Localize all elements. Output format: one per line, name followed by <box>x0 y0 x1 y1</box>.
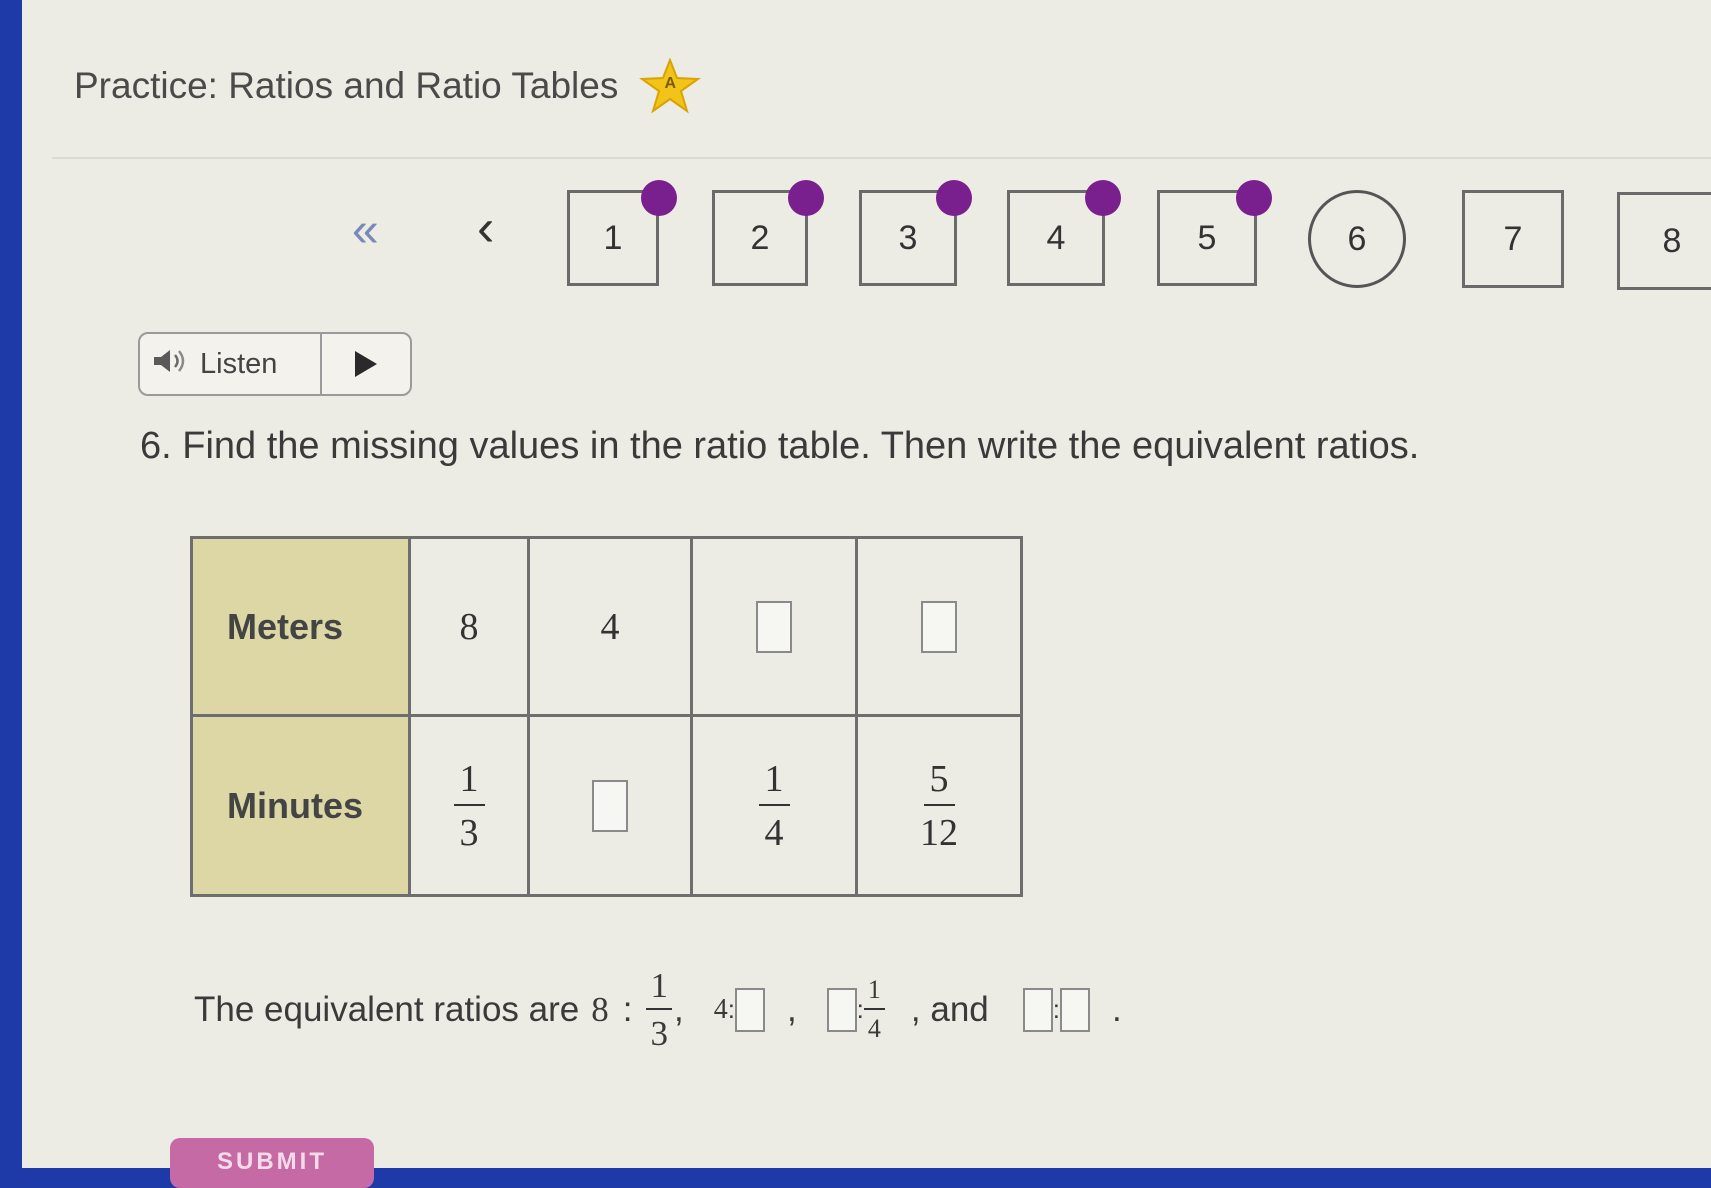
minutes-fraction-3: 1 4 <box>758 760 790 854</box>
question-8-button[interactable]: 8 <box>1617 192 1711 290</box>
fraction-numerator: 1 <box>758 760 790 806</box>
meters-cell-3 <box>690 536 858 717</box>
fraction-numerator: 5 <box>923 760 955 806</box>
ratio-1-left: 8 <box>591 989 609 1029</box>
question-2-answered-dot <box>788 180 824 216</box>
ratio-4-right-input[interactable] <box>1060 987 1090 1032</box>
minutes-cell-3: 1 4 <box>690 714 858 897</box>
listen-button[interactable]: Listen <box>138 332 412 396</box>
answer-and: , and <box>910 989 989 1029</box>
fraction-denominator: 12 <box>920 811 958 854</box>
meters-blank-4-input[interactable] <box>921 600 957 653</box>
listen-label: Listen <box>200 347 278 380</box>
first-question-icon[interactable]: « <box>352 207 379 255</box>
minutes-cell-2 <box>527 714 693 897</box>
meters-cell-2: 4 <box>527 536 693 717</box>
table-row-minutes: Minutes 1 3 1 4 5 12 <box>190 714 1023 897</box>
table-row-meters: Meters 8 4 <box>190 536 1023 717</box>
question-7-button[interactable]: 7 <box>1462 190 1564 288</box>
previous-question-icon[interactable]: ‹ <box>477 202 494 254</box>
ratio-4-left-input[interactable] <box>1022 987 1053 1032</box>
fraction-denominator: 4 <box>764 811 784 854</box>
page-title: Practice: Ratios and Ratio Tables <box>74 65 619 106</box>
page-header: Practice: Ratios and Ratio Tables A <box>74 58 702 114</box>
question-3-answered-dot <box>936 180 972 216</box>
star-badge-icon: A <box>638 58 702 114</box>
minutes-cell-4: 5 12 <box>855 714 1023 897</box>
submit-button[interactable]: SUBMIT <box>170 1138 374 1188</box>
question-6-button[interactable]: 6 <box>1308 190 1406 288</box>
star-badge-letter: A <box>664 75 677 92</box>
fraction-numerator: 1 <box>453 760 485 806</box>
question-5-label: 5 <box>1197 218 1217 257</box>
minutes-blank-2-input[interactable] <box>592 779 628 832</box>
play-icon[interactable] <box>322 349 410 379</box>
ratio-1-colon: : <box>622 989 633 1029</box>
speaker-icon <box>140 347 200 382</box>
meters-blank-3-input[interactable] <box>756 600 792 653</box>
answer-prefix: The equivalent ratios are <box>194 989 580 1029</box>
ratio-3-colon: : <box>856 994 864 1024</box>
question-4-answered-dot <box>1085 180 1121 216</box>
row-header-meters: Meters <box>190 536 411 717</box>
ratio-4-colon: : <box>1052 994 1060 1024</box>
fraction-numerator: 1 <box>646 968 672 1010</box>
answer-period: . <box>1112 989 1122 1029</box>
equivalent-ratios-sentence: The equivalent ratios are 8 : 1 3 , 4 : … <box>194 966 1122 1053</box>
question-8-label: 8 <box>1662 221 1682 260</box>
question-navigation: « ‹ 1 2 3 4 5 6 7 8 <box>22 180 1711 300</box>
fraction-denominator: 3 <box>650 1014 668 1053</box>
ratio-1-fraction: 1 3 <box>646 968 672 1051</box>
fraction-denominator: 4 <box>867 1014 881 1043</box>
header-divider <box>52 157 1711 159</box>
question-5-answered-dot <box>1236 180 1272 216</box>
question-3-label: 3 <box>898 218 918 257</box>
question-1-answered-dot <box>641 180 677 216</box>
fraction-denominator: 3 <box>459 811 479 854</box>
question-text: 6. Find the missing values in the ratio … <box>140 425 1420 467</box>
ratio-table: Meters 8 4 Minutes 1 3 1 4 5 12 <box>190 536 1023 897</box>
ratio-3-fraction: 1 4 <box>863 977 885 1043</box>
fraction-numerator: 1 <box>863 977 885 1010</box>
ratio-3-left-input[interactable] <box>826 987 857 1032</box>
ratio-2-left: 4 <box>713 993 728 1025</box>
question-6-label: 6 <box>1347 219 1367 258</box>
minutes-cell-1: 1 3 <box>408 714 530 897</box>
ratio-2-colon: : <box>727 994 735 1024</box>
question-2-label: 2 <box>750 218 770 257</box>
practice-page: Practice: Ratios and Ratio Tables A « ‹ … <box>22 0 1711 1188</box>
meters-cell-4 <box>855 536 1023 717</box>
ratio-2-right-input[interactable] <box>734 987 765 1032</box>
question-4-label: 4 <box>1046 218 1066 257</box>
minutes-fraction-1: 1 3 <box>453 760 485 854</box>
meters-cell-1: 8 <box>408 536 530 717</box>
question-7-label: 7 <box>1503 219 1523 258</box>
question-1-label: 1 <box>603 218 623 257</box>
row-header-minutes: Minutes <box>190 714 411 897</box>
minutes-fraction-4: 5 12 <box>920 760 958 852</box>
